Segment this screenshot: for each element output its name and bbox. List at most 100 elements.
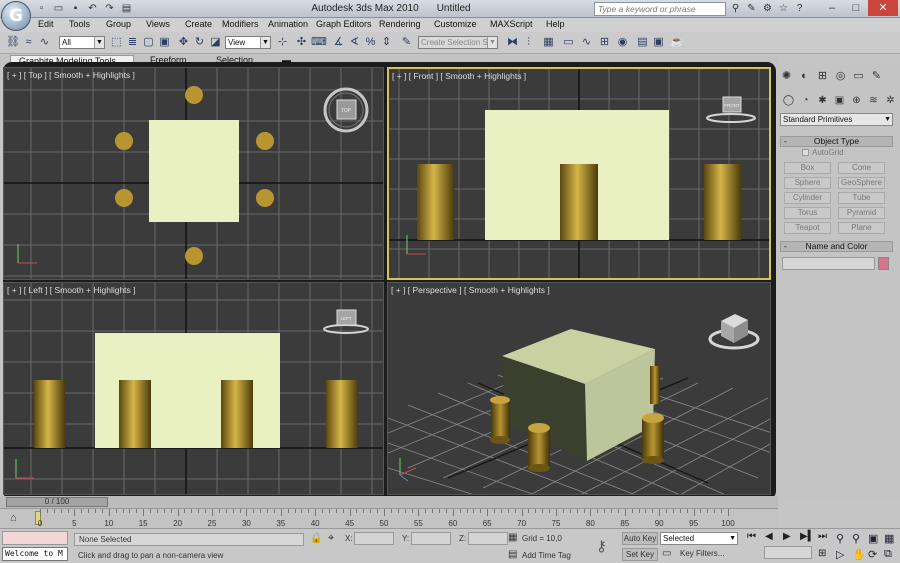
time-config-icon[interactable]: ⊞ (818, 548, 826, 559)
chair-left-1[interactable] (34, 380, 65, 448)
render-setup-icon[interactable]: ▤ (636, 36, 649, 49)
geometry-icon[interactable]: ◯ (782, 94, 795, 107)
application-button[interactable]: G (1, 1, 31, 31)
favorites-icon[interactable]: ☆ (778, 3, 789, 14)
chair-top-east-1[interactable] (256, 132, 274, 150)
orbit-icon[interactable]: ⟳ (868, 548, 877, 561)
motion-tab-icon[interactable]: ◎ (834, 70, 847, 83)
menu-graph-editors[interactable]: Graph Editors (316, 19, 372, 29)
modify-tab-icon[interactable]: ◐ (798, 70, 811, 83)
subscription-icon[interactable]: ✎ (746, 3, 757, 14)
rendered-frame-window-icon[interactable]: ▣ (652, 36, 665, 49)
menu-help[interactable]: Help (546, 19, 565, 29)
menu-views[interactable]: Views (146, 19, 170, 29)
time-slider-thumb[interactable]: 0 / 100 (6, 497, 108, 507)
snaps-toggle-icon[interactable]: ∡ (332, 36, 345, 49)
tube-button[interactable]: Tube (838, 192, 885, 204)
name-and-color-rollout[interactable]: - Name and Color (780, 241, 893, 252)
menu-animation[interactable]: Animation (268, 19, 308, 29)
zoom-icon[interactable]: ⚲ (836, 532, 844, 545)
box-button[interactable]: Box (784, 162, 831, 174)
menu-maxscript[interactable]: MAXScript (490, 19, 533, 29)
zoom-extents-all-icon[interactable]: ▦ (884, 532, 894, 545)
object-type-rollout[interactable]: - Object Type (780, 136, 893, 147)
viewport-perspective-label[interactable]: [ + ] [ Perspective ] [ Smooth + Highlig… (391, 285, 550, 295)
object-name-input[interactable] (782, 257, 875, 270)
zoom-all-icon[interactable]: ⚲ (852, 532, 860, 545)
percent-snap-icon[interactable]: % (364, 36, 377, 49)
bind-space-warp-icon[interactable]: ∿ (38, 36, 51, 49)
keyboard-shortcut-icon[interactable]: ⌨ (311, 36, 327, 49)
search-icon[interactable]: ⚲ (730, 3, 741, 14)
selection-lock-icon[interactable]: 🔒 (310, 533, 322, 544)
torus-button[interactable]: Torus (784, 207, 831, 219)
graphite-toggle-icon[interactable]: ▭ (562, 36, 575, 49)
menu-group[interactable]: Group (106, 19, 131, 29)
x-coord-field[interactable] (354, 532, 394, 545)
new-file-icon[interactable]: ▫ (36, 3, 47, 14)
table-top-top-view[interactable] (149, 120, 239, 222)
lights-icon[interactable]: ✱ (816, 94, 829, 107)
hierarchy-tab-icon[interactable]: ⊞ (816, 70, 829, 83)
menu-modifiers[interactable]: Modifiers (222, 19, 259, 29)
pivot-point-icon[interactable]: ⊹ (276, 36, 289, 49)
chair-top-east-2[interactable] (256, 189, 274, 207)
select-link-icon[interactable]: ⛓ (6, 36, 20, 49)
maximize-viewport-icon[interactable]: ⧉ (884, 548, 892, 561)
viewport-front-label[interactable]: [ + ] [ Front ] [ Smooth + Highlights ] (392, 71, 526, 81)
helpers-icon[interactable]: ⊕ (850, 94, 863, 107)
edit-named-selection-icon[interactable]: ✎ (400, 36, 413, 49)
systems-icon[interactable]: ✲ (884, 94, 897, 107)
key-filters-button[interactable]: Key Filters... (680, 548, 738, 561)
go-to-start-icon[interactable]: ⏮ (747, 531, 756, 542)
add-time-tag-button[interactable]: Add Time Tag (522, 551, 571, 560)
viewport-front[interactable]: FRONT [ + ] [ Front ] [ Smooth + Highlig… (387, 67, 771, 280)
viewcube-left[interactable]: LEFT (323, 309, 369, 334)
cameras-icon[interactable]: ▣ (833, 94, 846, 107)
rectangular-selection-icon[interactable]: ▢ (142, 36, 155, 49)
reference-coordinate-dropdown[interactable]: View ▼ (225, 36, 271, 49)
auto-key-button[interactable]: Auto Key (622, 532, 658, 545)
keyword-search-input[interactable]: Type a keyword or phrase (594, 2, 726, 16)
absolute-mode-icon[interactable]: ⌖ (328, 532, 334, 545)
play-icon[interactable]: ▶ (783, 531, 791, 542)
align-icon[interactable]: ⫶ (522, 36, 535, 49)
pan-view-icon[interactable]: ✋ (852, 548, 866, 561)
z-coord-field[interactable] (468, 532, 508, 545)
chair-front-right[interactable] (704, 164, 741, 240)
spinner-snap-icon[interactable]: ⇕ (380, 36, 393, 49)
unlink-icon[interactable]: ≈ (22, 36, 35, 49)
select-by-name-icon[interactable]: ≣ (126, 36, 139, 49)
chair-front-left[interactable] (417, 164, 454, 240)
chair-top-south[interactable] (185, 247, 203, 265)
go-to-end-icon[interactable]: ⏭ (818, 531, 827, 542)
zoom-extents-icon[interactable]: ▣ (868, 532, 878, 545)
viewport-left[interactable]: LEFT [ + ] [ Left ] [ Smooth + Highlight… (3, 282, 384, 495)
select-object-icon[interactable]: ⬚ (110, 36, 123, 49)
maxscript-listener-output[interactable] (2, 531, 68, 545)
y-coord-field[interactable] (411, 532, 451, 545)
chair-top-west-2[interactable] (115, 189, 133, 207)
viewport-left-label[interactable]: [ + ] [ Left ] [ Smooth + Highlights ] (7, 285, 136, 295)
chair-front-center[interactable] (560, 164, 598, 240)
schematic-view-icon[interactable]: ⊞ (598, 36, 611, 49)
angle-snap-icon[interactable]: ∢ (348, 36, 361, 49)
close-button[interactable]: ✕ (868, 0, 898, 16)
teapot-button[interactable]: Teapot (784, 222, 831, 234)
mirror-icon[interactable]: ⧓ (506, 36, 519, 49)
curve-editor-icon[interactable]: ∿ (580, 36, 593, 49)
previous-frame-icon[interactable]: ◀ (765, 531, 773, 542)
curve-editor-mini-icon[interactable]: ⌂ (10, 512, 17, 524)
viewport-perspective[interactable]: [ + ] [ Perspective ] [ Smooth + Highlig… (387, 282, 771, 495)
plane-button[interactable]: Plane (838, 222, 885, 234)
chair-left-2[interactable] (119, 380, 151, 448)
shapes-icon[interactable]: ◔ (799, 94, 812, 107)
sphere-button[interactable]: Sphere (784, 177, 831, 189)
select-manipulate-icon[interactable]: ✣ (295, 36, 308, 49)
scale-icon[interactable]: ◪ (209, 36, 222, 49)
redo-icon[interactable]: ↷ (104, 3, 115, 14)
pyramid-button[interactable]: Pyramid (838, 207, 885, 219)
create-tab-icon[interactable]: ✺ (780, 70, 793, 83)
communication-icon[interactable]: ⚙ (762, 3, 773, 14)
set-key-icon[interactable]: ⚷ (596, 537, 607, 555)
